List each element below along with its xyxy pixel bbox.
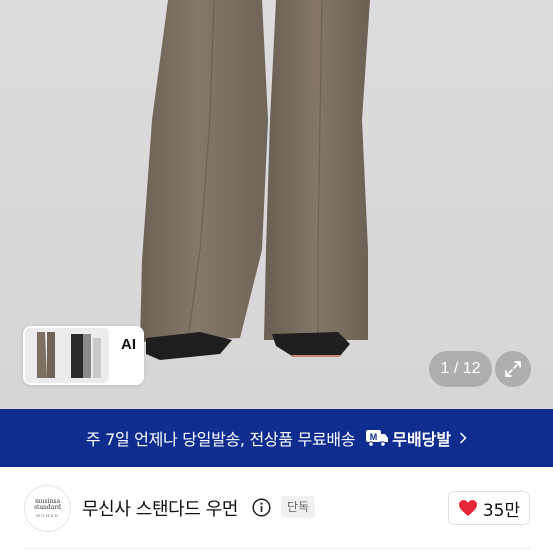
shipping-banner-text: 주 7일 언제나 당일발송, 전상품 무료배송 [85,430,356,449]
expand-image-button[interactable] [495,351,531,387]
brand-logo[interactable]: musinsa standard WOMAN [24,485,71,532]
ai-lookbook-thumbnail[interactable]: AI [23,326,144,385]
shipping-banner[interactable]: 주 7일 언제나 당일발송, 전상품 무료배송 M 무배당발 [0,409,553,467]
delivery-truck-icon: M [366,430,389,447]
ai-label: AI [121,336,136,353]
brand-row: musinsa standard WOMAN 무신사 스탠다드 우먼 단독 35… [0,467,553,553]
exclusive-tag: 단독 [281,496,316,518]
info-icon[interactable] [252,498,271,517]
brand-logo-line2: standard [33,503,62,511]
chevron-right-icon [460,432,467,444]
thumbnail-image [25,328,109,383]
brand-logo-line3: WOMAN [36,512,59,518]
divider [24,548,530,549]
expand-icon [505,361,521,377]
like-button[interactable]: 35만 [448,491,530,525]
product-image[interactable]: AI 1 / 12 [0,0,553,409]
image-pager: 1 / 12 [429,351,492,387]
free-shipping-badge: M 무배당발 [365,426,451,450]
free-shipping-label: 무배당발 [392,430,452,449]
badge-letter: M [370,432,378,442]
heart-icon [458,500,477,516]
brand-name[interactable]: 무신사 스탠다드 우먼 [82,495,238,521]
like-count: 35만 [482,500,521,521]
